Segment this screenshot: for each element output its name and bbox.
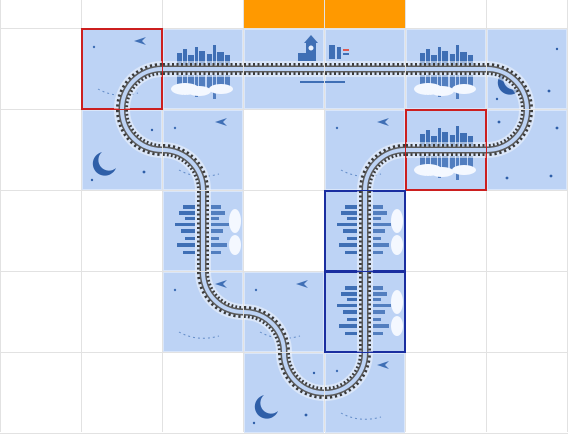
tile-artwork	[244, 35, 324, 83]
track-tile-r3c4[interactable]	[324, 271, 406, 353]
rail-track	[114, 61, 162, 109]
tile-artwork	[337, 272, 403, 352]
track-tile-r0c3[interactable]	[244, 29, 324, 109]
track-tile-r2c2[interactable]	[163, 191, 243, 271]
empty-grid-cell[interactable]	[244, 191, 324, 271]
track-tile-r0c5[interactable]	[406, 29, 486, 109]
empty-grid-cell[interactable]	[487, 353, 567, 433]
empty-grid-cell[interactable]	[1, 272, 81, 352]
tile-artwork	[244, 280, 308, 352]
track-tile-r3c2[interactable]	[163, 272, 243, 352]
empty-grid-cell[interactable]	[1, 29, 81, 109]
rail-track	[357, 142, 405, 190]
game-board	[0, 0, 568, 434]
empty-grid-cell[interactable]	[406, 191, 486, 271]
tile-artwork	[406, 45, 486, 99]
track-tile-r0c2[interactable]	[163, 29, 243, 109]
rail-track	[163, 142, 211, 190]
rail-track	[195, 272, 243, 320]
rail-track	[325, 353, 373, 401]
rail-track	[276, 353, 324, 401]
tile-artwork	[335, 118, 405, 190]
rail-track	[487, 110, 535, 158]
empty-grid-cell[interactable]	[82, 272, 162, 352]
track-tile-r1c2[interactable]	[163, 110, 243, 190]
tile-artwork	[487, 110, 559, 180]
tile-artwork	[406, 126, 486, 180]
track-tile-r1c5[interactable]	[405, 109, 487, 191]
track-tile-r0c6[interactable]	[487, 29, 567, 109]
tile-artwork	[163, 118, 227, 190]
empty-grid-cell[interactable]	[82, 353, 162, 433]
empty-grid-cell[interactable]	[406, 272, 486, 352]
empty-grid-cell[interactable]	[163, 353, 243, 433]
rail-track	[244, 304, 292, 352]
tile-artwork	[90, 110, 162, 182]
tile-artwork	[92, 37, 162, 109]
track-tile-r1c4[interactable]	[325, 110, 405, 190]
tile-artwork	[175, 191, 241, 271]
empty-grid-cell[interactable]	[82, 191, 162, 271]
empty-grid-cell[interactable]	[406, 353, 486, 433]
track-tile-r0c1[interactable]	[81, 28, 163, 110]
empty-grid-cell[interactable]	[1, 353, 81, 433]
tile-artwork	[252, 353, 324, 425]
empty-grid-cell[interactable]	[1, 191, 81, 271]
rail-track	[114, 110, 162, 158]
track-tile-r3c3[interactable]	[244, 272, 324, 352]
tile-artwork	[173, 272, 243, 339]
tile-artwork	[325, 45, 405, 83]
tile-artwork	[325, 353, 389, 420]
tile-artwork	[337, 191, 403, 271]
track-tile-r4c4[interactable]	[325, 353, 405, 433]
tile-artwork	[487, 47, 559, 109]
empty-grid-cell[interactable]	[244, 110, 324, 190]
track-tile-r0c4[interactable]	[325, 29, 405, 109]
track-tile-r4c3[interactable]	[244, 353, 324, 433]
tile-artwork	[163, 45, 243, 99]
track-tile-r2c4[interactable]	[324, 190, 406, 272]
track-tile-r1c6[interactable]	[487, 110, 567, 190]
empty-grid-cell[interactable]	[1, 110, 81, 190]
track-tile-r1c1[interactable]	[82, 110, 162, 190]
empty-grid-cell[interactable]	[487, 272, 567, 352]
empty-grid-cell[interactable]	[487, 191, 567, 271]
